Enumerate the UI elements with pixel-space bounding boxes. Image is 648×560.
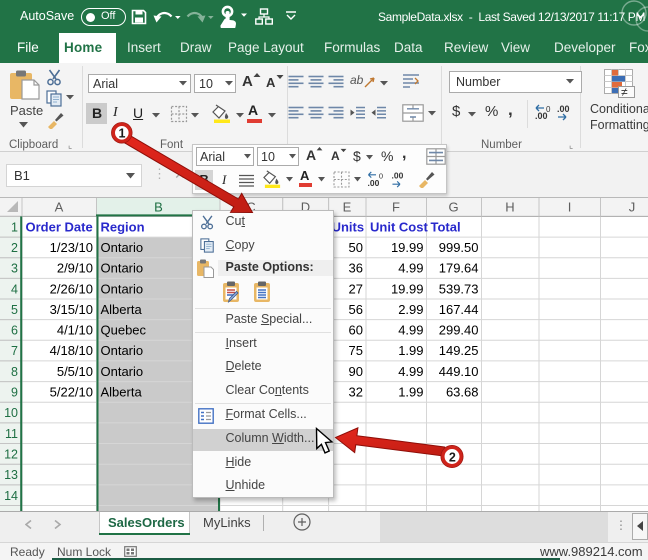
svg-text:1: 1 bbox=[119, 126, 126, 140]
svg-text:2: 2 bbox=[449, 450, 456, 464]
